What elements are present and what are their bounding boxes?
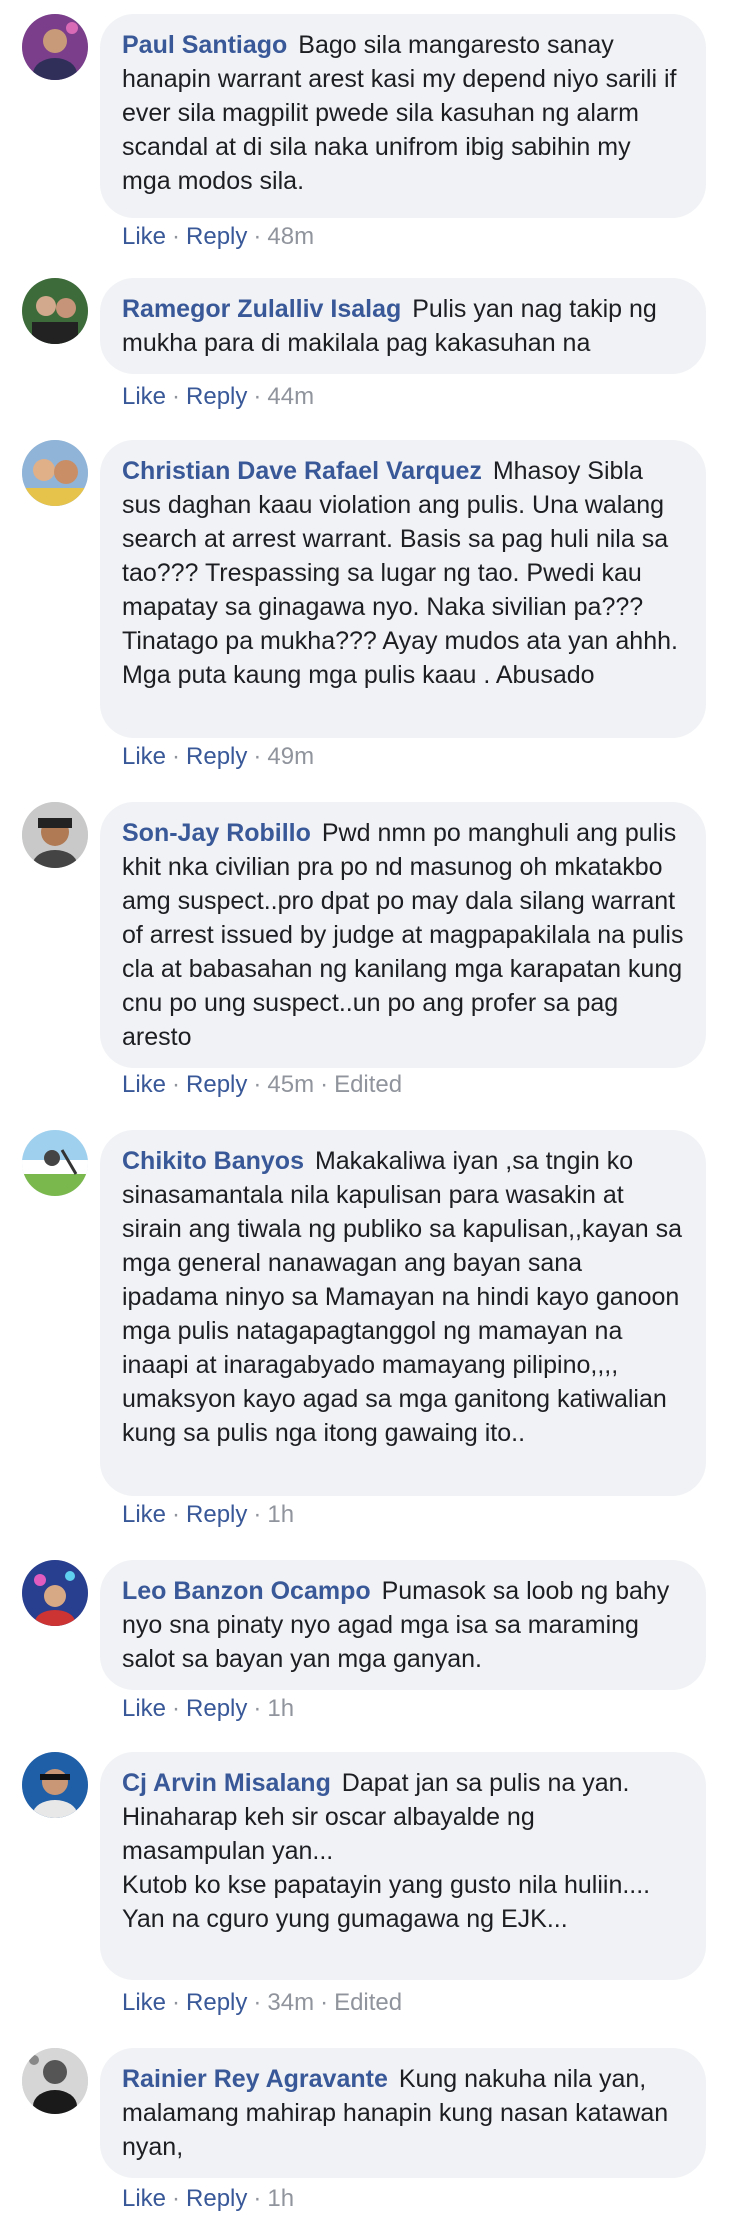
separator: ·: [172, 1501, 181, 1528]
separator: ·: [320, 1071, 329, 1098]
separator: ·: [172, 1989, 181, 2016]
avatar[interactable]: [22, 278, 88, 344]
comment-bubble: Cj Arvin Misalang Dapat jan sa pulis na …: [100, 1752, 706, 1980]
separator: ·: [253, 1989, 262, 2016]
reply-button[interactable]: Reply: [186, 1501, 247, 1528]
edited-label[interactable]: Edited: [334, 1989, 402, 2016]
like-button[interactable]: Like: [122, 1501, 166, 1528]
separator: ·: [320, 1989, 329, 2016]
timestamp[interactable]: 1h: [267, 2185, 294, 2212]
timestamp[interactable]: 45m: [267, 1071, 314, 1098]
reply-button[interactable]: Reply: [186, 1071, 247, 1098]
timestamp[interactable]: 1h: [267, 1501, 294, 1528]
separator: ·: [253, 383, 262, 410]
comment-actions: Like · Reply · 34m · Edited: [122, 1988, 402, 2018]
like-button[interactable]: Like: [122, 743, 166, 770]
separator: ·: [172, 223, 181, 250]
separator: ·: [253, 1501, 262, 1528]
avatar[interactable]: [22, 1560, 88, 1626]
avatar[interactable]: [22, 440, 88, 506]
reply-button[interactable]: Reply: [186, 2185, 247, 2212]
reply-button[interactable]: Reply: [186, 223, 247, 250]
comment-text: Mhasoy Sibla sus daghan kaau violation a…: [122, 457, 678, 689]
comment-author[interactable]: Christian Dave Rafael Varquez: [122, 457, 482, 485]
comment-actions: Like · Reply · 1h: [122, 1694, 294, 1724]
comment-author[interactable]: Son-Jay Robillo: [122, 819, 311, 847]
comment-bubble: Christian Dave Rafael Varquez Mhasoy Sib…: [100, 440, 706, 738]
separator: ·: [253, 1695, 262, 1722]
comment-actions: Like · Reply · 45m · Edited: [122, 1070, 402, 1100]
reply-button[interactable]: Reply: [186, 743, 247, 770]
comment-text: Makakaliwa iyan ,sa tngin ko sinasamanta…: [122, 1147, 683, 1447]
timestamp[interactable]: 1h: [267, 1695, 294, 1722]
comment-bubble: Paul Santiago Bago sila mangaresto sanay…: [100, 14, 706, 218]
avatar[interactable]: [22, 2048, 88, 2114]
comment-author[interactable]: Leo Banzon Ocampo: [122, 1577, 371, 1605]
comment-actions: Like · Reply · 44m: [122, 382, 314, 412]
timestamp[interactable]: 48m: [267, 223, 314, 250]
comment-actions: Like · Reply · 49m: [122, 742, 314, 772]
comment-bubble: Rainier Rey Agravante Kung nakuha nila y…: [100, 2048, 706, 2178]
separator: ·: [253, 743, 262, 770]
separator: ·: [172, 2185, 181, 2212]
like-button[interactable]: Like: [122, 2185, 166, 2212]
comment-actions: Like · Reply · 48m: [122, 222, 314, 252]
like-button[interactable]: Like: [122, 1071, 166, 1098]
comment-bubble: Ramegor Zulalliv Isalag Pulis yan nag ta…: [100, 278, 706, 374]
comment-text: Pwd nmn po manghuli ang pulis khit nka c…: [122, 819, 684, 1051]
separator: ·: [253, 2185, 262, 2212]
comment-actions: Like · Reply · 1h: [122, 2184, 294, 2214]
reply-button[interactable]: Reply: [186, 1989, 247, 2016]
edited-label[interactable]: Edited: [334, 1071, 402, 1098]
reply-button[interactable]: Reply: [186, 1695, 247, 1722]
like-button[interactable]: Like: [122, 223, 166, 250]
timestamp[interactable]: 49m: [267, 743, 314, 770]
reply-button[interactable]: Reply: [186, 383, 247, 410]
like-button[interactable]: Like: [122, 1989, 166, 2016]
separator: ·: [172, 743, 181, 770]
separator: ·: [253, 223, 262, 250]
separator: ·: [172, 1071, 181, 1098]
avatar[interactable]: [22, 14, 88, 80]
avatar[interactable]: [22, 1130, 88, 1196]
separator: ·: [172, 383, 181, 410]
comment-author[interactable]: Paul Santiago: [122, 31, 287, 59]
comment-author[interactable]: Chikito Banyos: [122, 1147, 304, 1175]
like-button[interactable]: Like: [122, 1695, 166, 1722]
comment-author[interactable]: Cj Arvin Misalang: [122, 1769, 331, 1797]
timestamp[interactable]: 34m: [267, 1989, 314, 2016]
comment-bubble: Leo Banzon Ocampo Pumasok sa loob ng bah…: [100, 1560, 706, 1690]
comment-author[interactable]: Ramegor Zulalliv Isalag: [122, 295, 401, 323]
avatar[interactable]: [22, 1752, 88, 1818]
comment-author[interactable]: Rainier Rey Agravante: [122, 2065, 388, 2093]
avatar[interactable]: [22, 802, 88, 868]
separator: ·: [172, 1695, 181, 1722]
like-button[interactable]: Like: [122, 383, 166, 410]
comment-bubble: Chikito Banyos Makakaliwa iyan ,sa tngin…: [100, 1130, 706, 1496]
timestamp[interactable]: 44m: [267, 383, 314, 410]
comment-bubble: Son-Jay Robillo Pwd nmn po manghuli ang …: [100, 802, 706, 1068]
comment-actions: Like · Reply · 1h: [122, 1500, 294, 1530]
separator: ·: [253, 1071, 262, 1098]
